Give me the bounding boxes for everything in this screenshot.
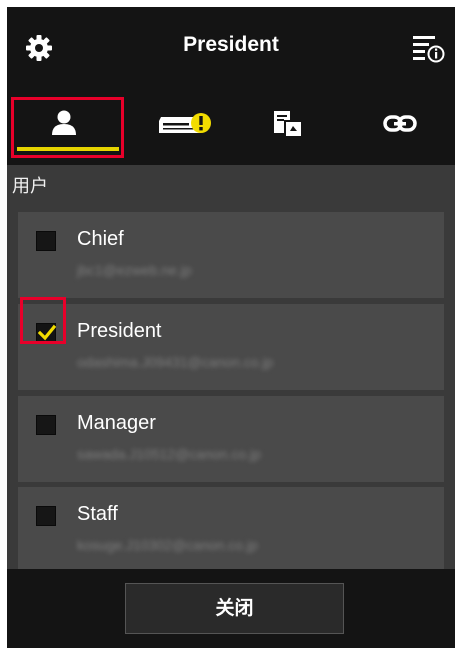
menu-info-icon[interactable] bbox=[411, 32, 445, 64]
section-header: 用户 bbox=[7, 165, 455, 201]
printer-warning-icon bbox=[159, 113, 211, 133]
user-icon bbox=[52, 110, 76, 135]
user-name: President bbox=[77, 320, 162, 342]
scan-to-cloud-icon bbox=[274, 111, 303, 138]
link-icon bbox=[383, 115, 417, 132]
user-item-president[interactable]: President odashima.J09431@canon.co.jp bbox=[18, 304, 444, 390]
user-email: odashima.J09431@canon.co.jp bbox=[77, 354, 274, 370]
user-email: sawada.J10512@canon.co.jp bbox=[77, 446, 261, 462]
user-item-chief[interactable]: Chief jbc1@ezweb.ne.jp bbox=[18, 212, 444, 298]
tab-scan[interactable] bbox=[231, 87, 343, 165]
close-button[interactable]: 关闭 bbox=[125, 583, 344, 634]
tab-bar bbox=[7, 87, 455, 165]
user-name: Staff bbox=[77, 503, 118, 525]
checkmark-icon bbox=[38, 324, 56, 341]
user-item-manager[interactable]: Manager sawada.J10512@canon.co.jp bbox=[18, 396, 444, 482]
user-checkbox[interactable] bbox=[36, 506, 56, 526]
footer-bar: 关闭 bbox=[7, 569, 455, 648]
section-label: 用户 bbox=[12, 176, 48, 197]
tab-links[interactable] bbox=[343, 87, 455, 165]
user-email: jbc1@ezweb.ne.jp bbox=[77, 262, 192, 278]
user-name: Manager bbox=[77, 412, 156, 434]
user-checkbox-checked[interactable] bbox=[36, 323, 56, 343]
app-frame: President 用户 Chief jbc1@ezweb.ne.jp Pres… bbox=[7, 7, 455, 648]
tab-users[interactable] bbox=[7, 87, 119, 165]
active-tab-indicator bbox=[17, 147, 119, 151]
tab-printers[interactable] bbox=[119, 87, 231, 165]
user-checkbox[interactable] bbox=[36, 415, 56, 435]
user-name: Chief bbox=[77, 228, 124, 250]
user-checkbox[interactable] bbox=[36, 231, 56, 251]
user-item-staff[interactable]: Staff kosuge.J10302@canon.co.jp bbox=[18, 487, 444, 573]
user-email: kosuge.J10302@canon.co.jp bbox=[77, 537, 258, 553]
page-title: President bbox=[183, 33, 279, 56]
header-bar: President bbox=[7, 7, 455, 87]
